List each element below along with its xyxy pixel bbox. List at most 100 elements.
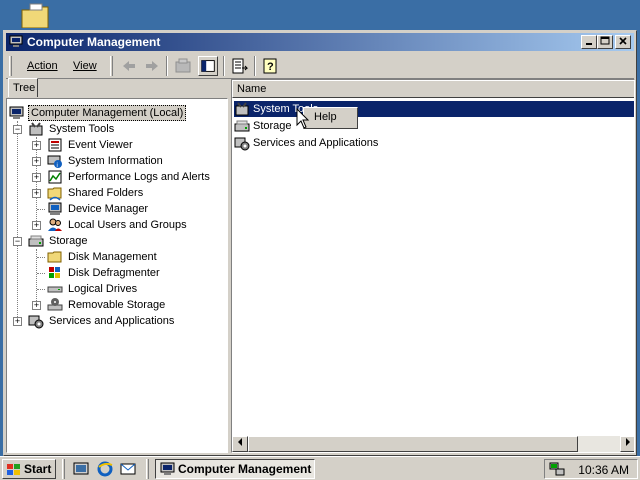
tree-item-label: Device Manager bbox=[68, 203, 149, 215]
tab-tree-label: Tree bbox=[13, 82, 36, 94]
toolbar-separator-2 bbox=[223, 56, 225, 76]
toolbar-grip-2[interactable] bbox=[110, 56, 113, 76]
list-pane[interactable]: Name System Tools Storage Services and A… bbox=[231, 79, 635, 453]
storage-icon bbox=[28, 235, 44, 247]
list-item-system-tools[interactable]: System Tools bbox=[234, 101, 634, 117]
taskbar-grip-2[interactable] bbox=[146, 459, 149, 479]
minimize-icon bbox=[586, 43, 592, 45]
context-menu-help[interactable]: Help bbox=[314, 111, 337, 123]
taskbar: Start Computer Management 10:36 AM bbox=[0, 456, 640, 480]
tree-item-label: Logical Drives bbox=[68, 283, 138, 295]
scroll-right-button[interactable] bbox=[620, 436, 634, 452]
tree-pane[interactable]: Computer Management (Local) − System Too… bbox=[6, 98, 228, 453]
tree-item-label: System Tools bbox=[49, 123, 115, 135]
system-tools-icon bbox=[235, 102, 249, 116]
taskbar-grip[interactable] bbox=[62, 459, 65, 479]
system-tools-icon bbox=[29, 122, 43, 136]
maximize-button[interactable] bbox=[597, 35, 613, 49]
tab-tree[interactable]: Tree bbox=[8, 78, 38, 97]
collapse-toggle[interactable]: − bbox=[13, 237, 22, 246]
tree-item-label: Disk Management bbox=[68, 251, 157, 263]
expand-toggle[interactable]: + bbox=[32, 141, 41, 150]
view-menu-label: View bbox=[73, 60, 97, 72]
computer-icon bbox=[9, 35, 23, 47]
view-menu[interactable]: View bbox=[71, 58, 99, 74]
tree-item-label: Performance Logs and Alerts bbox=[68, 171, 210, 183]
tree-item-label: Disk Defragmenter bbox=[68, 267, 160, 279]
tree-item-label: Storage bbox=[49, 235, 88, 247]
expand-toggle[interactable]: + bbox=[32, 157, 41, 166]
shared-folder-icon bbox=[47, 187, 62, 201]
toolbar-separator-3 bbox=[254, 56, 256, 76]
system-tray: 10:36 AM bbox=[544, 459, 638, 479]
taskbar-item-label: Computer Management bbox=[178, 462, 312, 476]
removable-storage-icon bbox=[47, 298, 63, 311]
toolbar-separator bbox=[166, 56, 168, 76]
internet-explorer-icon[interactable] bbox=[96, 460, 114, 478]
title-bar[interactable]: Computer Management bbox=[6, 33, 634, 51]
outlook-express-icon[interactable] bbox=[119, 460, 137, 478]
show-desktop-icon[interactable] bbox=[72, 460, 90, 478]
network-icon[interactable] bbox=[549, 462, 565, 477]
minimize-button[interactable] bbox=[581, 35, 597, 49]
tree-line bbox=[37, 273, 45, 274]
expand-toggle[interactable]: + bbox=[32, 301, 41, 310]
close-button[interactable] bbox=[615, 35, 631, 49]
system-information-icon: i bbox=[47, 155, 62, 169]
toolbar: Action View ? bbox=[6, 53, 634, 79]
tree-item-label: Shared Folders bbox=[68, 187, 144, 199]
computer-icon bbox=[160, 462, 175, 475]
tree-line bbox=[37, 209, 45, 210]
horizontal-scrollbar[interactable] bbox=[232, 436, 634, 452]
expand-toggle[interactable]: + bbox=[32, 189, 41, 198]
context-menu: Help bbox=[303, 107, 358, 129]
list-item-label: Services and Applications bbox=[253, 137, 379, 149]
back-arrow-icon[interactable] bbox=[119, 56, 139, 76]
close-icon bbox=[619, 37, 627, 45]
tree-item-label: System Information bbox=[68, 155, 163, 167]
performance-logs-icon bbox=[48, 170, 62, 184]
maximize-icon bbox=[600, 36, 610, 45]
collapse-toggle[interactable]: − bbox=[13, 125, 22, 134]
expand-toggle[interactable]: + bbox=[32, 221, 41, 230]
expand-toggle[interactable]: + bbox=[32, 173, 41, 182]
svg-text:?: ? bbox=[267, 61, 274, 73]
column-header-label: Name bbox=[237, 83, 267, 95]
taskbar-item-computer-management[interactable]: Computer Management bbox=[155, 459, 315, 479]
tree-root[interactable]: Computer Management (Local) bbox=[9, 105, 219, 121]
scroll-right-icon bbox=[626, 438, 630, 446]
scroll-thumb[interactable] bbox=[248, 436, 578, 452]
show-hide-tree-icon[interactable] bbox=[198, 56, 218, 76]
scroll-left-icon bbox=[238, 438, 242, 446]
clock[interactable]: 10:36 AM bbox=[578, 463, 629, 477]
desktop-folder-icon[interactable] bbox=[20, 2, 52, 28]
users-groups-icon bbox=[48, 218, 62, 231]
disk-defragmenter-icon bbox=[49, 267, 60, 278]
column-header-name[interactable]: Name bbox=[232, 80, 634, 98]
tree-item-label: Removable Storage bbox=[68, 299, 166, 311]
tree-item-label: Services and Applications bbox=[49, 315, 175, 327]
list-item-label: Storage bbox=[253, 120, 292, 132]
expand-toggle[interactable]: + bbox=[13, 317, 22, 326]
mouse-cursor-icon bbox=[296, 108, 310, 129]
window-title: Computer Management bbox=[27, 35, 161, 49]
action-menu-label: Action bbox=[27, 60, 58, 72]
tree-line bbox=[37, 289, 45, 290]
scroll-left-button[interactable] bbox=[232, 436, 248, 452]
forward-arrow-icon[interactable] bbox=[142, 56, 162, 76]
help-icon[interactable]: ? bbox=[261, 56, 281, 76]
event-viewer-icon bbox=[48, 138, 62, 152]
windows-logo-icon bbox=[7, 464, 20, 475]
services-applications-icon bbox=[28, 315, 44, 329]
toolbar-grip[interactable] bbox=[9, 56, 12, 76]
disk-management-icon bbox=[47, 251, 62, 263]
tree-item-label: Local Users and Groups bbox=[68, 219, 187, 231]
action-menu[interactable]: Action bbox=[25, 58, 60, 74]
tree-item-label: Event Viewer bbox=[68, 139, 133, 151]
tree-root-label: Computer Management (Local) bbox=[28, 105, 187, 121]
start-label: Start bbox=[24, 462, 52, 476]
start-button[interactable]: Start bbox=[2, 459, 56, 479]
up-one-level-icon[interactable] bbox=[173, 56, 193, 76]
logical-drives-icon bbox=[47, 286, 63, 293]
export-list-icon[interactable] bbox=[230, 56, 250, 76]
